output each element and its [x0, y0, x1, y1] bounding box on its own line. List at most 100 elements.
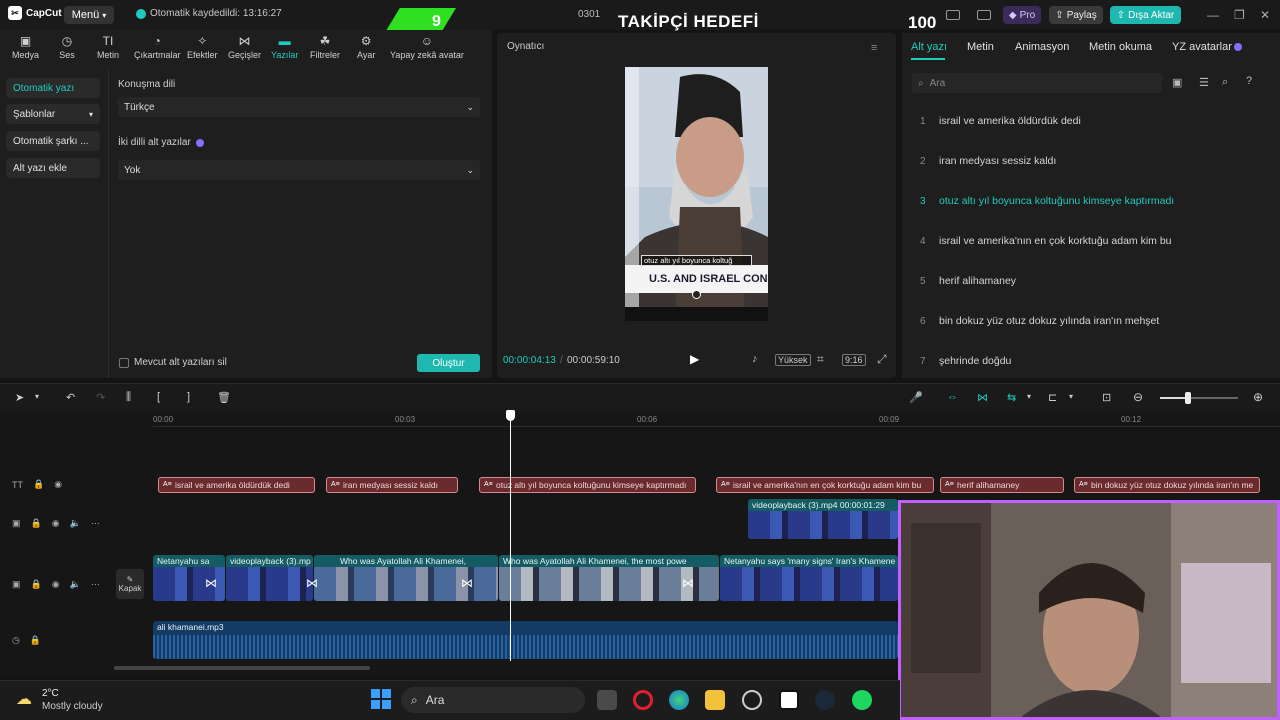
caption-row[interactable]: 4 israil ve amerika'nın en çok korktuğu …	[912, 225, 1266, 257]
select-tool-icon[interactable]: ➤	[15, 391, 24, 404]
undo-icon[interactable]: ↶	[66, 391, 75, 404]
eye-icon[interactable]: ◉	[52, 579, 60, 590]
side-nav-templates[interactable]: Şablonlar ▾	[6, 104, 100, 124]
transition-icon[interactable]: ⋈	[461, 576, 473, 590]
lock-icon[interactable]: 🔒	[33, 479, 44, 490]
caption-clip[interactable]: iran medyası sessiz kaldı	[326, 477, 458, 493]
tool-media[interactable]: ▣ Medya	[12, 34, 39, 60]
restore-icon[interactable]: ❐	[1234, 8, 1245, 22]
main-track-magnet-icon[interactable]: ⇔	[947, 391, 958, 403]
caption-clip[interactable]: otuz altı yıl boyunca koltuğunu kimseye …	[479, 477, 696, 493]
quality-button[interactable]: Yüksek	[775, 354, 811, 366]
trim-right-icon[interactable]: ]	[187, 391, 190, 403]
lock-icon[interactable]: 🔒	[31, 579, 42, 590]
tool-effects[interactable]: ✧ Efektler	[187, 34, 218, 60]
sort-icon[interactable]: ☰	[1199, 76, 1209, 89]
taskbar-search[interactable]: ⌕ Ara	[401, 687, 585, 713]
main-video-clip[interactable]: Netanyahu says 'many signs' Iran's Khame…	[720, 555, 898, 601]
more-icon[interactable]: ⋯	[91, 518, 100, 529]
linkage-icon[interactable]: ⇆	[1007, 391, 1016, 404]
caption-text[interactable]: şehrinde doğdu	[939, 355, 1011, 367]
task-view-icon[interactable]	[597, 690, 617, 710]
create-button[interactable]: Oluştur	[417, 354, 480, 372]
eye-icon[interactable]: ◉	[52, 518, 60, 529]
tool-ai-avatar[interactable]: ☺ Yapay zekâ avatar	[390, 34, 464, 60]
capcut-taskbar-icon[interactable]	[779, 690, 799, 710]
caption-row-active[interactable]: 3 otuz altı yıl boyunca koltuğunu kimsey…	[912, 185, 1266, 217]
caption-link-icon[interactable]: ⊡	[1102, 391, 1111, 404]
caption-text[interactable]: bin dokuz yüz otuz dokuz yılında iran'ın…	[939, 315, 1159, 327]
weather-icon[interactable]: ☁	[16, 689, 32, 709]
side-nav-add-caption[interactable]: Alt yazı ekle	[6, 158, 100, 178]
tool-transitions[interactable]: ⋈ Geçişler	[228, 34, 261, 60]
delete-icon[interactable]: 🗑	[217, 391, 231, 404]
overlay-video-clip[interactable]: videoplayback (3).mp4 00:00:01:29	[748, 499, 898, 539]
caption-search-input[interactable]: ⌕ Ara	[912, 73, 1162, 93]
help-icon[interactable]: ?	[1246, 75, 1252, 87]
chevron-down-icon[interactable]: ▾	[1027, 392, 1031, 401]
trim-left-icon[interactable]: [	[157, 391, 160, 403]
more-icon[interactable]: ⋯	[91, 579, 100, 590]
playhead[interactable]	[510, 411, 511, 661]
microphone-icon[interactable]: 🎤	[909, 391, 923, 404]
caption-row[interactable]: 2 iran medyası sessiz kaldı	[912, 145, 1266, 177]
preview-axis-icon[interactable]: ⊏	[1048, 391, 1057, 404]
caption-clip[interactable]: israil ve amerika öldürdük dedi	[158, 477, 315, 493]
eye-icon[interactable]: ◉	[54, 479, 62, 490]
menu-button[interactable]: Menü ▾	[64, 6, 114, 24]
bilingual-select[interactable]: Yok ⌄	[118, 160, 480, 180]
side-nav-auto-captions[interactable]: Otomatik yazı	[6, 78, 100, 98]
caption-row[interactable]: 1 israil ve amerika öldürdük dedi	[912, 105, 1266, 137]
tool-filters[interactable]: ☘ Filtreler	[310, 34, 340, 60]
timeline-scrollbar[interactable]	[114, 666, 370, 670]
delete-existing-row[interactable]: Mevcut alt yazıları sil	[119, 357, 227, 368]
caption-text[interactable]: otuz altı yıl boyunca koltuğunu kimseye …	[939, 195, 1174, 207]
chevron-down-icon[interactable]: ▾	[35, 392, 39, 401]
tab-ai-avatars[interactable]: YZ avatarlar	[1172, 41, 1232, 53]
caption-clip[interactable]: israil ve amerika'nın en çok korktuğu ad…	[716, 477, 934, 493]
main-video-clip[interactable]: videoplayback (3).mp	[226, 555, 313, 601]
speaker-icon[interactable]: 🔈	[70, 518, 81, 529]
steam-icon[interactable]	[815, 690, 835, 710]
zoom-in-icon[interactable]: ⊕	[1253, 390, 1263, 404]
play-icon[interactable]: ▶	[690, 352, 699, 366]
rotate-handle-icon[interactable]	[692, 290, 701, 299]
weather-temp[interactable]: 2°C	[42, 688, 59, 699]
cover-button[interactable]: ✎ Kapak	[116, 569, 144, 599]
windows-start-icon[interactable]	[371, 689, 391, 709]
transition-icon[interactable]: ⋈	[682, 576, 694, 590]
caption-row[interactable]: 6 bin dokuz yüz otuz dokuz yılında iran'…	[912, 305, 1266, 337]
edge-icon[interactable]	[669, 690, 689, 710]
share-button[interactable]: ⇪ Paylaş	[1049, 6, 1103, 24]
tool-adjust[interactable]: ⚙ Ayar	[357, 34, 375, 60]
chevron-down-icon[interactable]: ▾	[1069, 392, 1073, 401]
opera-icon[interactable]	[633, 690, 653, 710]
tab-animation[interactable]: Animasyon	[1015, 41, 1069, 53]
caption-text[interactable]: israil ve amerika öldürdük dedi	[939, 115, 1081, 127]
tool-audio[interactable]: ◷ Ses	[59, 34, 75, 60]
aspect-ratio-button[interactable]: 9:16	[842, 354, 866, 366]
lock-icon[interactable]: 🔒	[30, 635, 41, 646]
find-replace-icon[interactable]: ⌕	[1222, 76, 1228, 89]
caption-text[interactable]: israil ve amerika'nın en çok korktuğu ad…	[939, 235, 1172, 247]
zoom-slider-handle[interactable]	[1185, 392, 1191, 404]
transition-icon[interactable]: ⋈	[306, 576, 318, 590]
snapshot-icon[interactable]: ⌗	[817, 352, 824, 367]
tool-captions[interactable]: ▬ Yazılar	[271, 34, 298, 60]
tab-text-to-speech[interactable]: Metin okuma	[1089, 41, 1152, 53]
redo-icon[interactable]: ↷	[96, 391, 105, 404]
tab-captions[interactable]: Alt yazı	[911, 41, 947, 53]
tab-text[interactable]: Metin	[967, 41, 994, 53]
caption-clip[interactable]: bin dokuz yüz otuz dokuz yılında iran'ın…	[1074, 477, 1260, 493]
caption-row[interactable]: 7 şehrinde doğdu	[912, 345, 1266, 377]
close-icon[interactable]: ✕	[1260, 8, 1270, 22]
pro-button[interactable]: ◆ Pro	[1003, 6, 1041, 24]
transition-icon[interactable]: ⋈	[205, 576, 217, 590]
delete-existing-checkbox[interactable]	[119, 357, 129, 368]
caption-text[interactable]: herif alihamaney	[939, 275, 1016, 287]
hamburger-icon[interactable]: ≡	[871, 42, 877, 54]
spotify-icon[interactable]	[852, 690, 872, 710]
minimize-icon[interactable]: —	[1207, 8, 1219, 22]
caption-clip[interactable]: herif alihamaney	[940, 477, 1064, 493]
zoom-out-icon[interactable]: ⊖	[1133, 390, 1143, 404]
